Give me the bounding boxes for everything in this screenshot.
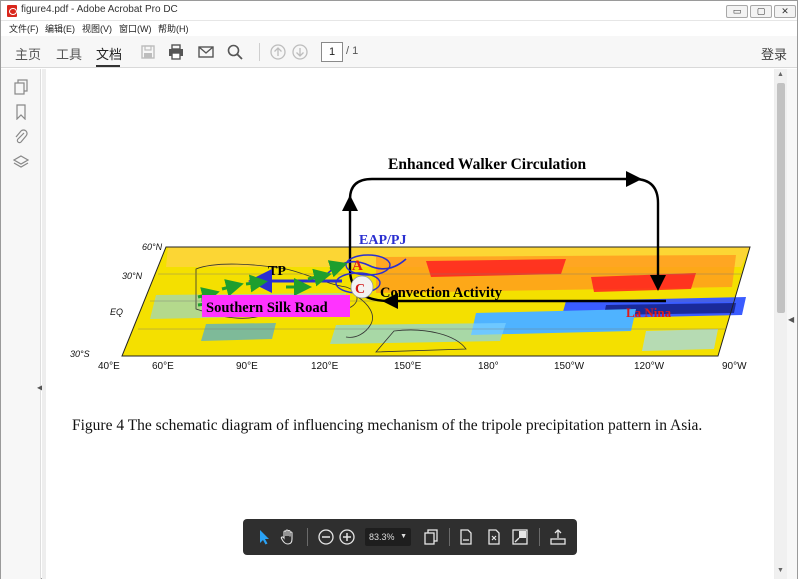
lon-label-60e: 60°E xyxy=(152,361,174,372)
search-icon[interactable] xyxy=(226,43,244,61)
scroll-up-icon[interactable]: ▲ xyxy=(777,71,784,78)
cyclone-letter: C xyxy=(355,282,365,297)
close-button[interactable]: ✕ xyxy=(774,5,796,18)
lon-label-150w: 150°W xyxy=(554,361,585,372)
previous-page-icon[interactable] xyxy=(269,43,287,61)
attachment-icon[interactable] xyxy=(13,129,29,145)
vertical-scrollbar[interactable]: ▲ ▼ xyxy=(775,69,787,579)
tab-document[interactable]: 文档 xyxy=(96,44,122,63)
convection-activity-label: Convection Activity xyxy=(380,285,503,301)
menu-view[interactable]: 视图(V) xyxy=(82,22,112,35)
share-upload-icon[interactable] xyxy=(549,528,567,546)
scroll-down-icon[interactable]: ▼ xyxy=(777,567,784,574)
walker-circulation-label: Enhanced Walker Circulation xyxy=(388,156,586,173)
pdf-app-icon xyxy=(7,5,17,17)
page-copy-icon[interactable] xyxy=(422,528,440,546)
toolbar-separator xyxy=(259,43,260,61)
lon-label-90w: 90°W xyxy=(722,361,747,372)
menu-bar: 文件(F) 编辑(E) 视图(V) 窗口(W) 帮助(H) xyxy=(1,21,797,36)
float-separator xyxy=(539,528,540,546)
full-screen-icon[interactable] xyxy=(511,528,529,546)
eap-pj-label: EAP/PJ xyxy=(359,233,406,248)
page-number-input[interactable]: 1 xyxy=(321,42,343,62)
anticyclone-letter: A xyxy=(352,258,363,274)
lon-label-180: 180° xyxy=(478,361,499,372)
chevron-down-icon: ▼ xyxy=(400,533,407,540)
lat-label-60n: 60°N xyxy=(142,242,163,252)
menu-file[interactable]: 文件(F) xyxy=(9,22,39,35)
print-icon[interactable] xyxy=(167,43,185,61)
expand-right-panel-icon[interactable]: ◀ xyxy=(788,315,794,324)
figure-caption: Figure 4 The schematic diagram of influe… xyxy=(72,417,703,434)
zoom-in-icon[interactable] xyxy=(338,528,356,546)
right-panel-strip: ◀ xyxy=(787,69,797,579)
la-nina-label: La Nina xyxy=(626,305,672,320)
lon-label-120w: 120°W xyxy=(634,361,665,372)
menu-help[interactable]: 帮助(H) xyxy=(158,22,189,35)
lon-label-150e: 150°E xyxy=(394,361,422,372)
hand-tool-icon[interactable] xyxy=(279,528,297,546)
document-viewport: 60°N 30°N EQ 30°S 40°E 60°E 90°E 120°E 1… xyxy=(42,69,775,579)
southern-silk-road-label: Southern Silk Road xyxy=(206,300,328,316)
window-title: figure4.pdf - Adobe Acrobat Pro DC xyxy=(21,4,178,15)
zoom-out-icon[interactable] xyxy=(317,528,335,546)
lon-label-120e: 120°E xyxy=(311,361,339,372)
page-thumbnails-icon[interactable] xyxy=(13,79,29,95)
tp-label: TP xyxy=(268,264,286,279)
menu-window[interactable]: 窗口(W) xyxy=(119,22,152,35)
title-bar: figure4.pdf - Adobe Acrobat Pro DC ▭ ▢ ✕ xyxy=(1,1,797,21)
menu-edit[interactable]: 编辑(E) xyxy=(45,22,75,35)
lon-label-90e: 90°E xyxy=(236,361,258,372)
lat-label-eq: EQ xyxy=(110,307,123,317)
scrollbar-thumb[interactable] xyxy=(777,83,785,313)
page-total: / 1 xyxy=(346,45,359,57)
lat-label-30s: 30°S xyxy=(70,349,90,359)
layers-icon[interactable] xyxy=(13,154,29,170)
lon-label-40e: 40°E xyxy=(98,361,120,372)
select-cursor-icon[interactable] xyxy=(255,528,273,546)
email-icon[interactable] xyxy=(197,43,215,61)
figure-schematic: 60°N 30°N EQ 30°S 40°E 60°E 90°E 120°E 1… xyxy=(70,156,751,372)
bookmark-icon[interactable] xyxy=(13,104,29,120)
save-icon[interactable] xyxy=(139,43,157,61)
pdf-page: 60°N 30°N EQ 30°S 40°E 60°E 90°E 120°E 1… xyxy=(46,69,774,579)
fit-page-icon[interactable] xyxy=(485,528,503,546)
active-tab-indicator xyxy=(96,65,120,67)
restore-button[interactable]: ▢ xyxy=(750,5,772,18)
main-toolbar: 主页 工具 文档 1 / 1 登录 xyxy=(1,36,797,68)
tab-tools[interactable]: 工具 xyxy=(56,44,82,63)
login-button[interactable]: 登录 xyxy=(761,44,787,63)
float-separator xyxy=(449,528,450,546)
minimize-button[interactable]: ▭ xyxy=(726,5,748,18)
acrobat-window: figure4.pdf - Adobe Acrobat Pro DC ▭ ▢ ✕… xyxy=(0,0,798,579)
next-page-icon[interactable] xyxy=(291,43,309,61)
floating-page-controls: 83.3% ▼ xyxy=(243,519,577,555)
float-separator xyxy=(307,528,308,546)
tab-home[interactable]: 主页 xyxy=(15,44,41,63)
zoom-level-dropdown[interactable]: 83.3% ▼ xyxy=(365,528,411,546)
lat-label-30n: 30°N xyxy=(122,271,143,281)
fit-width-icon[interactable] xyxy=(457,528,475,546)
zoom-level-value: 83.3% xyxy=(369,532,395,542)
left-navigation-rail: ◀ xyxy=(1,69,43,579)
